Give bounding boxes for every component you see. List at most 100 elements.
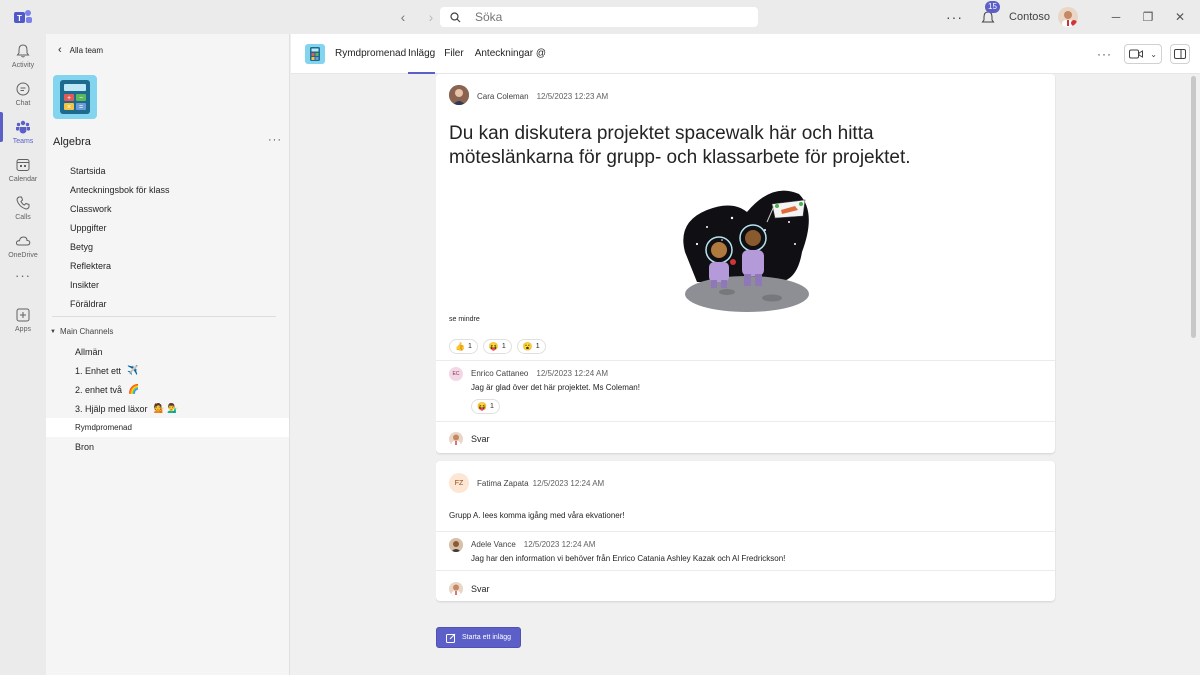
reaction-pill[interactable]: 😝 1	[482, 339, 512, 354]
see-less-link[interactable]: se mindre	[449, 316, 480, 323]
restore-icon[interactable]: ❐	[1132, 10, 1164, 24]
feed-scrollbar[interactable]	[1191, 76, 1196, 338]
side-panel-icon	[1174, 49, 1186, 59]
back-arrow-icon[interactable]: ‹	[396, 9, 410, 25]
reaction-pill[interactable]: 😮 1	[516, 339, 546, 354]
open-side-panel-button[interactable]	[1170, 44, 1190, 64]
channel-more-options-icon[interactable]: ···	[1097, 47, 1112, 61]
notifications-button[interactable]: 15	[979, 1, 1000, 26]
reply-avatar-initials: EC	[452, 371, 460, 377]
svg-text:−: −	[79, 95, 83, 102]
team-name[interactable]: Algebra	[53, 136, 91, 148]
reaction-count: 1	[501, 343, 506, 350]
tab-posts[interactable]: Inlägg	[408, 34, 436, 74]
post-timestamp: 12/5/2023 12:24 AM	[532, 479, 605, 488]
channel-item[interactable]: Bron	[46, 437, 289, 456]
reply-body: Jag har den information vi behöver från …	[471, 554, 786, 563]
reply-avatar[interactable]: EC	[449, 367, 463, 381]
rail-calls[interactable]: Calls	[0, 190, 46, 228]
reaction-count: 1	[489, 403, 494, 410]
nav-item-assignments[interactable]: Uppgifter	[70, 218, 170, 237]
svg-text:×: ×	[67, 104, 71, 111]
channel-label: Rymdpromenad	[75, 423, 132, 432]
more-icon: ···	[15, 268, 31, 283]
title-bar: T ‹ › ··· 15 Contoso ─ ❐ ✕	[0, 0, 1200, 34]
rail-activity[interactable]: Activity	[0, 38, 46, 76]
channel-item-selected[interactable]: Rymdpromenad	[46, 418, 289, 437]
channel-item[interactable]: 2. enhet två 🌈	[46, 380, 289, 399]
rail-chat[interactable]: Chat	[0, 76, 46, 114]
rail-calendar[interactable]: Calendar	[0, 152, 46, 190]
reaction-emoji: 😝	[488, 342, 499, 351]
rail-onedrive[interactable]: OneDrive	[0, 228, 46, 266]
post-author[interactable]: Cara Coleman	[477, 92, 529, 101]
more-options-icon[interactable]: ···	[946, 9, 963, 25]
divider	[52, 316, 276, 317]
astronaut-dogs-illustration	[683, 190, 809, 312]
nav-item-classwork[interactable]: Classwork	[70, 199, 170, 218]
rail-teams[interactable]: Teams	[0, 114, 46, 152]
forward-arrow-icon[interactable]: ›	[424, 9, 438, 25]
start-post-label: Starta ett inlägg	[462, 634, 512, 641]
channel-view: Rymdpromenad Inlägg Filer Anteckningar @…	[291, 34, 1200, 675]
reply-timestamp: 12/5/2023 12:24 AM	[536, 369, 608, 378]
channel-team-icon	[305, 44, 325, 64]
channel-label: Bron	[75, 441, 95, 452]
profile-avatar[interactable]	[1058, 7, 1078, 27]
nav-item-parents[interactable]: Föräldrar	[70, 294, 170, 313]
calculator-icon: + − × =	[60, 80, 90, 114]
reaction-pill[interactable]: 👍 1	[449, 339, 478, 354]
nav-item-class-notebook[interactable]: Anteckningsbok för klass	[70, 180, 170, 199]
reply-author[interactable]: Adele Vance	[471, 540, 516, 549]
post-author[interactable]: Fatima Zapata	[477, 479, 529, 488]
channels-header[interactable]: ▼ Main Channels	[50, 327, 113, 336]
bell-icon	[16, 44, 30, 58]
reply-button[interactable]: Svar	[449, 582, 490, 596]
post-feed: Cara Coleman 12/5/2023 12:23 AM Du kan di…	[436, 74, 1056, 634]
post-author-line: Cara Coleman 12/5/2023 12:23 AM	[477, 92, 608, 101]
nav-item-insights[interactable]: Insikter	[70, 275, 170, 294]
channel-tabs: Inlägg Filer Anteckningar @	[408, 34, 555, 74]
rail-label: Apps	[15, 326, 31, 333]
channels-header-label: Main Channels	[59, 327, 114, 336]
rail-apps[interactable]: Apps	[0, 302, 46, 340]
nav-item-reflect[interactable]: Reflektera	[70, 256, 170, 275]
close-icon[interactable]: ✕	[1164, 10, 1196, 24]
author-avatar[interactable]	[449, 85, 469, 105]
notification-badge: 15	[985, 1, 1000, 13]
reply-button[interactable]: Svar	[449, 432, 490, 446]
author-avatar[interactable]: FZ	[449, 473, 469, 493]
start-post-button[interactable]: Starta ett inlägg	[436, 627, 521, 648]
search-box[interactable]	[440, 7, 758, 27]
reaction-pill[interactable]: 😝 1	[471, 399, 500, 414]
channel-label: 2. enhet två	[75, 384, 123, 395]
meet-button[interactable]: ⌄	[1124, 44, 1162, 64]
post-timestamp: 12/5/2023 12:23 AM	[536, 92, 609, 101]
divider	[436, 531, 1055, 532]
channel-item[interactable]: Allmän	[46, 342, 289, 361]
reply-author[interactable]: Enrico Cattaneo	[471, 369, 528, 378]
channel-label: 1. Enhet ett	[75, 365, 122, 376]
divider	[436, 360, 1055, 361]
nav-item-home[interactable]: Startsida	[70, 161, 170, 180]
post-card: FZ Fatima Zapata 12/5/2023 12:24 AM Grupp…	[436, 461, 1055, 601]
rail-more[interactable]: ···	[0, 266, 46, 304]
channel-label: 3. Hjälp med läxor	[75, 403, 148, 414]
team-avatar[interactable]: + − × =	[53, 75, 97, 119]
tab-notes[interactable]: Anteckningar @	[475, 34, 546, 74]
reaction-emoji: 😝	[477, 402, 487, 411]
channel-item[interactable]: 1. Enhet ett ✈️	[46, 361, 289, 380]
search-icon	[450, 11, 461, 22]
nav-item-grades[interactable]: Betyg	[70, 237, 170, 256]
channel-item[interactable]: 3. Hjälp med läxor 💁 💁‍♂️	[46, 399, 289, 418]
org-name[interactable]: Contoso	[1009, 11, 1050, 23]
channel-emoji: 🌈	[128, 384, 140, 394]
reply-avatar[interactable]	[449, 538, 463, 552]
reaction-emoji: 👍	[455, 342, 465, 351]
tab-files[interactable]: Filer	[444, 34, 463, 74]
minimize-icon[interactable]: ─	[1100, 10, 1132, 24]
team-more-options-icon[interactable]: ···	[268, 134, 282, 146]
back-to-all-teams[interactable]: ‹ Alla team	[58, 44, 103, 56]
divider	[436, 421, 1055, 422]
search-input[interactable]	[475, 10, 735, 24]
